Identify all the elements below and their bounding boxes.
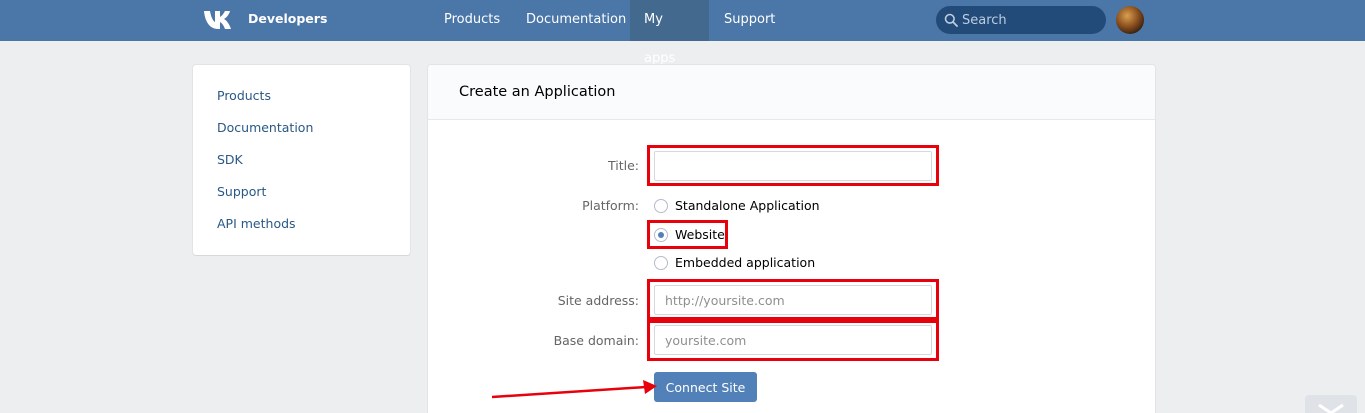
create-app-panel: Create an Application [428,65,1155,413]
platform-label: Platform: [582,198,639,213]
base-domain-field[interactable] [654,325,932,355]
nav-products[interactable]: Products [430,0,514,41]
vk-logo-icon[interactable] [203,9,237,31]
sidebar-item-products[interactable]: Products [217,88,271,103]
page-title: Create an Application [459,84,616,100]
sidebar-menu: Products Documentation SDK Support API m… [193,65,410,255]
nav-support[interactable]: Support [710,0,789,41]
sidebar-item-sdk[interactable]: SDK [217,152,243,167]
panel-header: Create an Application [428,65,1155,120]
connect-site-button[interactable]: Connect Site [654,372,757,402]
sidebar-item-documentation[interactable]: Documentation [217,120,313,135]
radio-embedded[interactable] [654,256,668,270]
title-label: Title: [608,158,639,173]
search-input[interactable] [962,6,1102,34]
radio-website[interactable] [654,228,668,242]
envelope-icon [1318,403,1344,413]
search-box[interactable] [936,6,1106,34]
nav-my-apps[interactable]: My apps [630,0,709,66]
radio-standalone-label[interactable]: Standalone Application [675,198,820,213]
sidebar-item-api-methods[interactable]: API methods [217,216,296,231]
base-domain-label: Base domain: [553,333,639,348]
nav-documentation[interactable]: Documentation [512,0,640,41]
user-avatar[interactable] [1116,6,1144,34]
sidebar-item-support[interactable]: Support [217,184,266,199]
radio-website-label[interactable]: Website [675,227,725,242]
title-field[interactable] [654,151,932,181]
site-address-field[interactable] [654,285,932,315]
top-header: Developers Products Documentation My app… [0,0,1365,66]
chat-widget-icon[interactable] [1305,395,1357,413]
site-address-label: Site address: [557,293,639,308]
search-icon [944,13,958,27]
radio-embedded-label[interactable]: Embedded application [675,255,815,270]
brand-title[interactable]: Developers [248,11,327,26]
radio-standalone[interactable] [654,199,668,213]
